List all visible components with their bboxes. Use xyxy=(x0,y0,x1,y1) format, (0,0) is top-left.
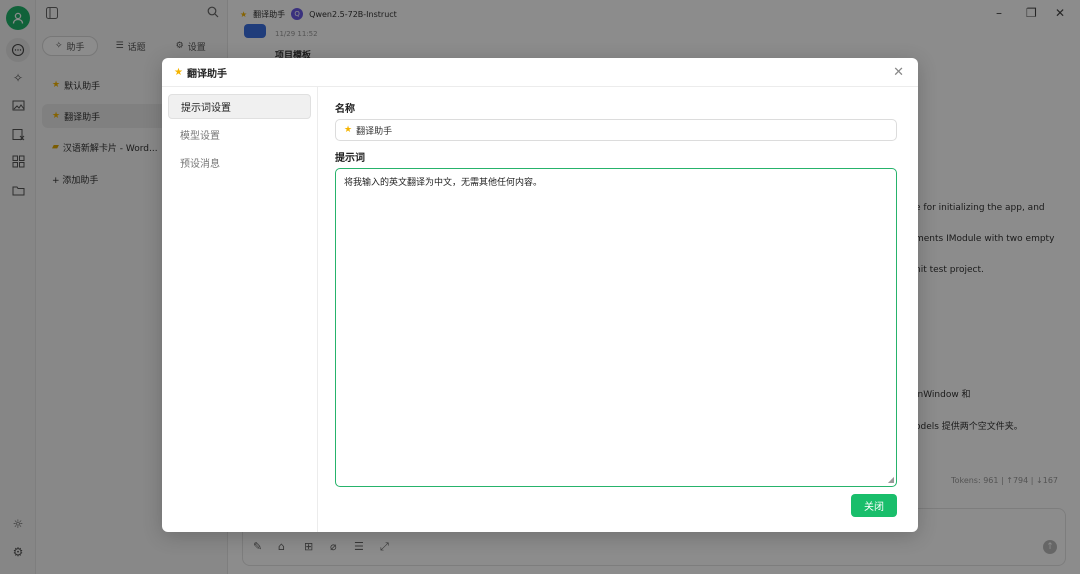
name-field[interactable]: ★ 翻译助手 xyxy=(335,119,897,141)
dialog-nav: 提示词设置 模型设置 预设消息 xyxy=(162,87,318,532)
star-icon: ★ xyxy=(344,125,352,135)
name-value: 翻译助手 xyxy=(356,124,392,137)
star-icon: ★ xyxy=(174,67,183,78)
prompt-textarea[interactable]: 将我输入的英文翻译为中文，无需其他任何内容。 ◢ xyxy=(335,168,897,487)
nav-preset-messages[interactable]: 预设消息 xyxy=(168,150,311,175)
name-label: 名称 xyxy=(335,100,355,115)
dialog-close-icon[interactable]: ✕ xyxy=(893,65,904,80)
nav-prompt-settings[interactable]: 提示词设置 xyxy=(168,94,311,119)
prompt-value: 将我输入的英文翻译为中文，无需其他任何内容。 xyxy=(344,178,542,188)
dialog-title: 翻译助手 xyxy=(187,65,227,80)
resize-grip-icon[interactable]: ◢ xyxy=(888,475,894,484)
nav-model-settings[interactable]: 模型设置 xyxy=(168,122,311,147)
close-button[interactable]: 关闭 xyxy=(851,494,897,517)
prompt-label: 提示词 xyxy=(335,149,365,164)
dialog-header: ★ 翻译助手 xyxy=(162,58,918,87)
